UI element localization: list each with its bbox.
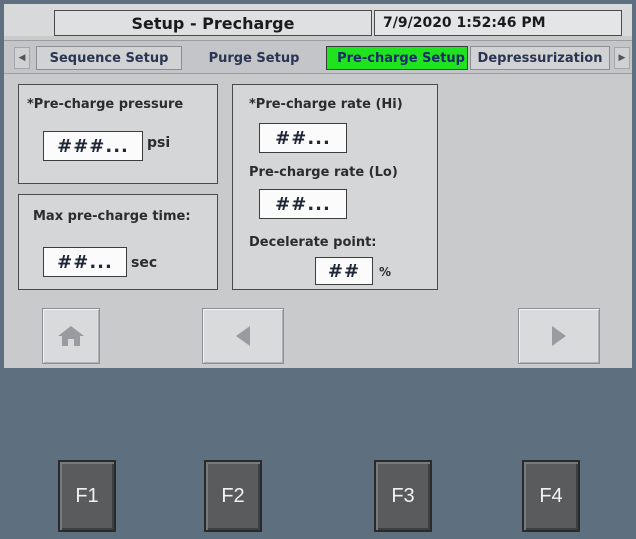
- pre-charge-rate-lo-label: Pre-charge rate (Lo): [249, 165, 398, 180]
- triangle-left-icon: [236, 326, 250, 346]
- tab-pre-charge-setup[interactable]: Pre-charge Setup: [326, 46, 468, 70]
- tab-purge-setup[interactable]: Purge Setup: [186, 46, 322, 70]
- f3-key[interactable]: F3: [374, 460, 432, 532]
- page-title: Setup - Precharge: [54, 10, 372, 36]
- pre-charge-rate-lo-input[interactable]: ##...: [259, 189, 347, 219]
- pre-charge-rate-hi-label: *Pre-charge rate (Hi): [249, 97, 403, 112]
- f1-key[interactable]: F1: [58, 460, 116, 532]
- max-pre-charge-time-input[interactable]: ##...: [43, 247, 127, 277]
- pre-charge-pressure-input[interactable]: ###...: [43, 131, 143, 161]
- home-icon: [58, 326, 84, 346]
- time-panel: Max pre-charge time: ##... sec: [18, 194, 218, 290]
- pressure-panel: *Pre-charge pressure ###... psi: [18, 84, 218, 184]
- rate-panel: *Pre-charge rate (Hi) ##... Pre-charge r…: [232, 84, 438, 290]
- triangle-right-icon: [552, 326, 566, 346]
- f2-key[interactable]: F2: [204, 460, 262, 532]
- next-screen-button[interactable]: [518, 308, 600, 364]
- tab-bar: ◀ Sequence Setup Purge Setup Pre-charge …: [4, 40, 632, 74]
- header-bar: Setup - Precharge 7/9/2020 1:52:46 PM: [4, 4, 632, 36]
- pre-charge-rate-hi-input[interactable]: ##...: [259, 123, 347, 153]
- decelerate-point-input[interactable]: ##: [315, 257, 373, 285]
- tab-sequence-setup[interactable]: Sequence Setup: [36, 46, 182, 70]
- pressure-unit: psi: [147, 135, 171, 151]
- f4-key[interactable]: F4: [522, 460, 580, 532]
- decelerate-point-label: Decelerate point:: [249, 235, 377, 250]
- pre-charge-pressure-label: *Pre-charge pressure: [27, 97, 184, 112]
- max-pre-charge-time-label: Max pre-charge time:: [33, 209, 191, 224]
- tab-scroll-left-icon[interactable]: ◀: [14, 47, 30, 69]
- home-button[interactable]: [42, 308, 100, 364]
- tab-depressurization[interactable]: Depressurization: [470, 46, 610, 70]
- previous-screen-button[interactable]: [202, 308, 284, 364]
- tab-scroll-right-icon[interactable]: ▶: [614, 47, 630, 69]
- time-unit: sec: [131, 255, 158, 271]
- decelerate-unit: %: [379, 265, 392, 279]
- datetime-display: 7/9/2020 1:52:46 PM: [374, 10, 622, 36]
